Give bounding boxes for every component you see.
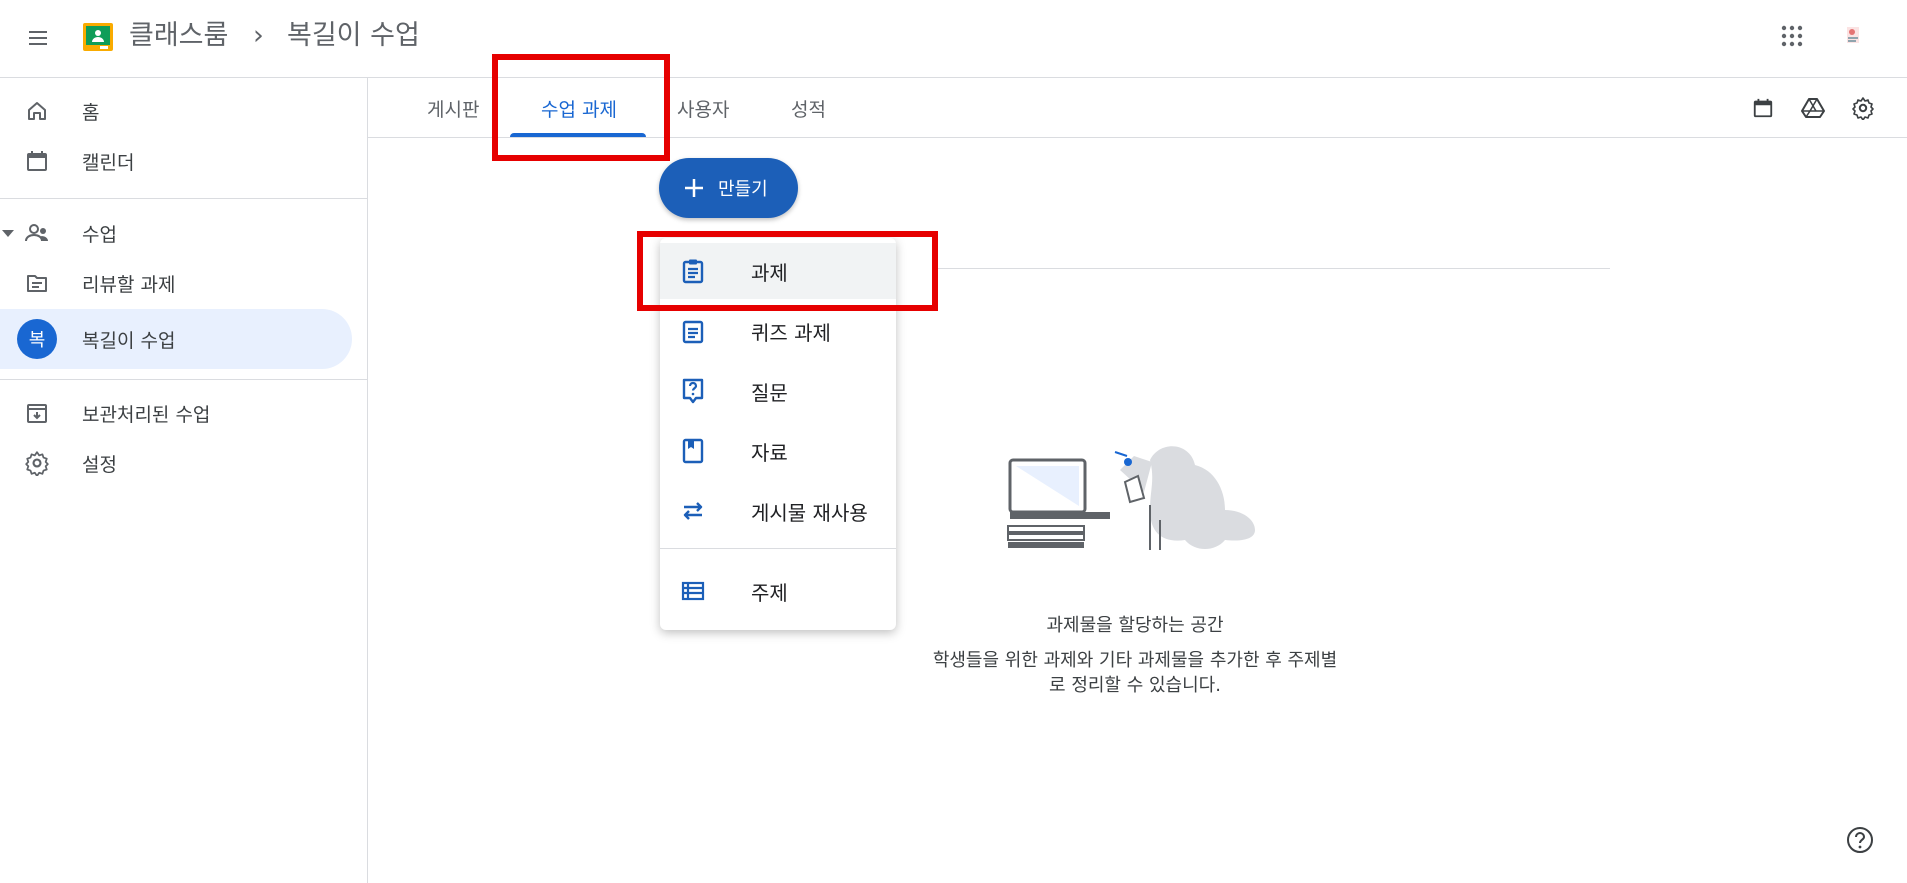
sidebar-item-current-class[interactable]: 복 복길이 수업	[0, 309, 352, 369]
calendar-icon	[1753, 98, 1773, 118]
empty-state-description: 학생들을 위한 과제와 기타 과제물을 추가한 후 주제별 로 정리할 수 있습…	[900, 648, 1370, 698]
menu-item-label: 주제	[751, 580, 788, 605]
empty-state-description-line: 로 정리할 수 있습니다.	[1049, 675, 1221, 696]
highlight-box-assignment-item	[637, 231, 938, 311]
empty-state-title: 과제물을 할당하는 공간	[1046, 615, 1224, 636]
quiz-assignment-icon	[679, 317, 707, 345]
sidebar-item-to-review[interactable]: 리뷰할 과제	[0, 253, 352, 313]
menu-divider	[660, 548, 896, 549]
menu-item-label: 퀴즈 과제	[751, 320, 831, 345]
gear-icon	[23, 449, 51, 477]
help-button[interactable]	[1844, 824, 1876, 856]
sidebar-item-label: 설정	[82, 453, 117, 476]
question-icon	[679, 377, 707, 405]
empty-state-illustration	[1000, 430, 1270, 570]
sidebar-divider	[0, 198, 368, 199]
class-title[interactable]: 복길이 수업	[287, 16, 420, 56]
sidebar-item-label: 보관처리된 수업	[82, 403, 211, 426]
tab-grades[interactable]: 성적	[791, 78, 826, 138]
calendar-icon	[23, 147, 51, 175]
google-calendar-button[interactable]	[1747, 92, 1779, 124]
menu-item-reuse-post[interactable]: 게시물 재사용	[660, 483, 896, 539]
class-settings-button[interactable]	[1847, 92, 1879, 124]
plus-icon	[681, 175, 707, 201]
help-icon	[1847, 827, 1873, 853]
navigation-drawer: 홈 캘린더 수업 리뷰할 과제 복 복길이 수업 보관처리된 수업 설정	[0, 78, 368, 883]
sidebar-item-label: 홈	[82, 101, 100, 124]
avatar-icon	[1847, 27, 1859, 43]
top-app-bar: 클래스룸 › 복길이 수업	[0, 0, 1907, 78]
expand-caret-icon[interactable]	[2, 229, 14, 237]
topic-icon	[679, 577, 707, 605]
archive-icon	[23, 399, 51, 427]
app-title[interactable]: 클래스룸	[129, 16, 228, 56]
home-icon	[23, 97, 51, 125]
hamburger-menu-icon	[29, 31, 47, 45]
create-button-label: 만들기	[718, 179, 768, 200]
classroom-logo-icon	[83, 23, 113, 51]
apps-grid-icon	[1781, 25, 1803, 47]
main-menu-button[interactable]	[18, 18, 58, 58]
menu-item-label: 자료	[751, 440, 788, 465]
breadcrumb-separator: ›	[253, 20, 264, 51]
topic-divider	[937, 268, 1610, 269]
reuse-post-icon	[679, 497, 707, 525]
class-initial-avatar: 복	[17, 319, 57, 359]
drive-folder-button[interactable]	[1797, 92, 1829, 124]
sidebar-divider	[0, 379, 368, 380]
menu-item-label: 게시물 재사용	[751, 500, 868, 525]
sidebar-item-label: 리뷰할 과제	[82, 273, 176, 296]
menu-item-quiz-assignment[interactable]: 퀴즈 과제	[660, 303, 896, 359]
gear-icon	[1852, 97, 1874, 120]
sidebar-item-label: 복길이 수업	[82, 329, 176, 352]
menu-item-material[interactable]: 자료	[660, 423, 896, 479]
people-icon	[23, 219, 51, 247]
tab-stream[interactable]: 게시판	[427, 78, 479, 138]
highlight-box-classwork-tab	[492, 54, 670, 161]
empty-state-description-line: 학생들을 위한 과제와 기타 과제물을 추가한 후 주제별	[932, 650, 1338, 671]
drive-icon	[1801, 98, 1825, 118]
folder-icon	[23, 269, 51, 297]
sidebar-item-label: 수업	[82, 223, 117, 246]
menu-item-label: 질문	[751, 380, 788, 405]
menu-item-question[interactable]: 질문	[660, 363, 896, 419]
google-apps-button[interactable]	[1772, 16, 1812, 56]
menu-item-topic[interactable]: 주제	[660, 563, 896, 619]
classroom-logo[interactable]	[83, 23, 113, 51]
sidebar-item-calendar[interactable]: 캘린더	[0, 131, 352, 191]
create-button[interactable]: 만들기	[659, 158, 798, 218]
sidebar-item-label: 캘린더	[82, 151, 135, 174]
account-avatar[interactable]	[1838, 21, 1868, 51]
material-icon	[679, 437, 707, 465]
sidebar-item-settings[interactable]: 설정	[0, 433, 352, 493]
tab-people[interactable]: 사용자	[677, 78, 729, 138]
